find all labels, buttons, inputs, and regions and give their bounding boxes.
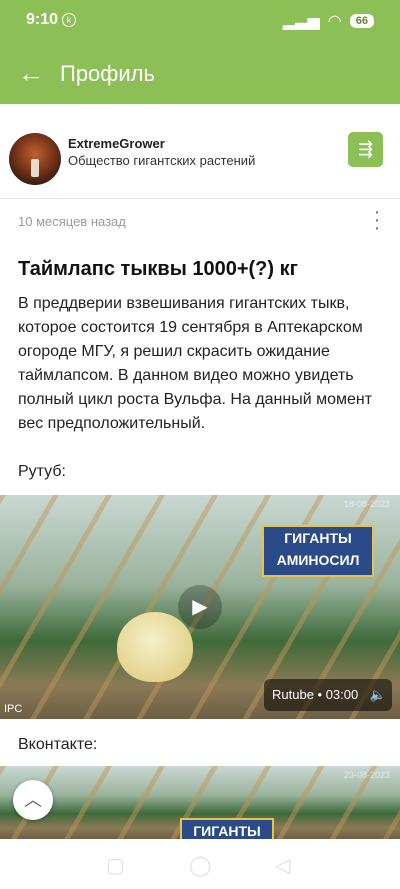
video-info: Rutube • 03:00 🔈 <box>264 679 392 711</box>
video-player-vk[interactable]: ГИГАНТЫ 23-08-2023 <box>0 766 400 839</box>
scroll-to-top-button[interactable]: ︿ <box>13 780 53 820</box>
video-source-duration: Rutube • 03:00 <box>272 687 359 702</box>
status-bar: 9:10 k ▂▃▅ ◠ 66 <box>0 0 400 42</box>
rutube-label: Рутуб: <box>18 463 66 480</box>
video-banner: ГИГАНТЫ <box>180 818 274 839</box>
status-icons: ▂▃▅ ◠ 66 <box>283 11 374 31</box>
banner-line1: ГИГАНТЫ <box>193 823 261 839</box>
profile-header: ExtremeGrower Общество гигантских растен… <box>0 104 400 199</box>
battery-icon: 66 <box>349 14 374 28</box>
back-arrow-icon[interactable]: ← <box>18 60 44 86</box>
back-icon[interactable]: ◁ <box>275 853 290 878</box>
wifi-icon: ◠ <box>327 13 342 30</box>
more-options-icon[interactable]: · · · <box>372 202 382 238</box>
video-watermark: IPC <box>4 703 23 715</box>
k-icon: k <box>62 13 76 27</box>
page-title: Профиль <box>60 61 155 86</box>
video-timestamp: 23-08-2023 <box>343 770 390 780</box>
follow-icon: ⇶ <box>357 139 374 159</box>
volume-icon[interactable]: 🔈 <box>370 687 386 702</box>
banner-line1: ГИГАНТЫ <box>284 530 352 546</box>
chevron-up-icon: ︿ <box>24 790 42 810</box>
post-body: В преддверии взвешивания гигантских тыкв… <box>18 295 373 432</box>
post-time: 10 месяцев назад <box>18 214 126 229</box>
system-nav-bar: ▢ ◯ ◁ <box>0 839 400 889</box>
video-banner: ГИГАНТЫ АМИНОСИЛ <box>262 525 374 577</box>
signal-icon: ▂▃▅ <box>282 13 320 30</box>
post-title: Таймлапс тыквы 1000+(?) кг <box>18 258 298 280</box>
recent-apps-icon[interactable]: ▢ <box>106 853 125 878</box>
status-time: 9:10 <box>26 11 59 28</box>
video-player-rutube[interactable]: ГИГАНТЫ АМИНОСИЛ 18-08-2023 ▶ Rutube • 0… <box>0 495 400 719</box>
home-icon[interactable]: ◯ <box>189 853 211 878</box>
play-icon[interactable]: ▶ <box>178 585 222 629</box>
username[interactable]: ExtremeGrower <box>68 136 165 151</box>
vk-label: Вконтакте: <box>18 736 98 753</box>
app-bar: ← Профиль <box>0 42 400 104</box>
video-timestamp: 18-08-2023 <box>343 499 390 509</box>
follow-button[interactable]: ⇶ <box>348 132 383 167</box>
group-name[interactable]: Общество гигантских растений <box>68 153 255 168</box>
pumpkin-image <box>117 612 193 682</box>
avatar[interactable] <box>9 133 61 185</box>
banner-line2: АМИНОСИЛ <box>276 552 360 568</box>
